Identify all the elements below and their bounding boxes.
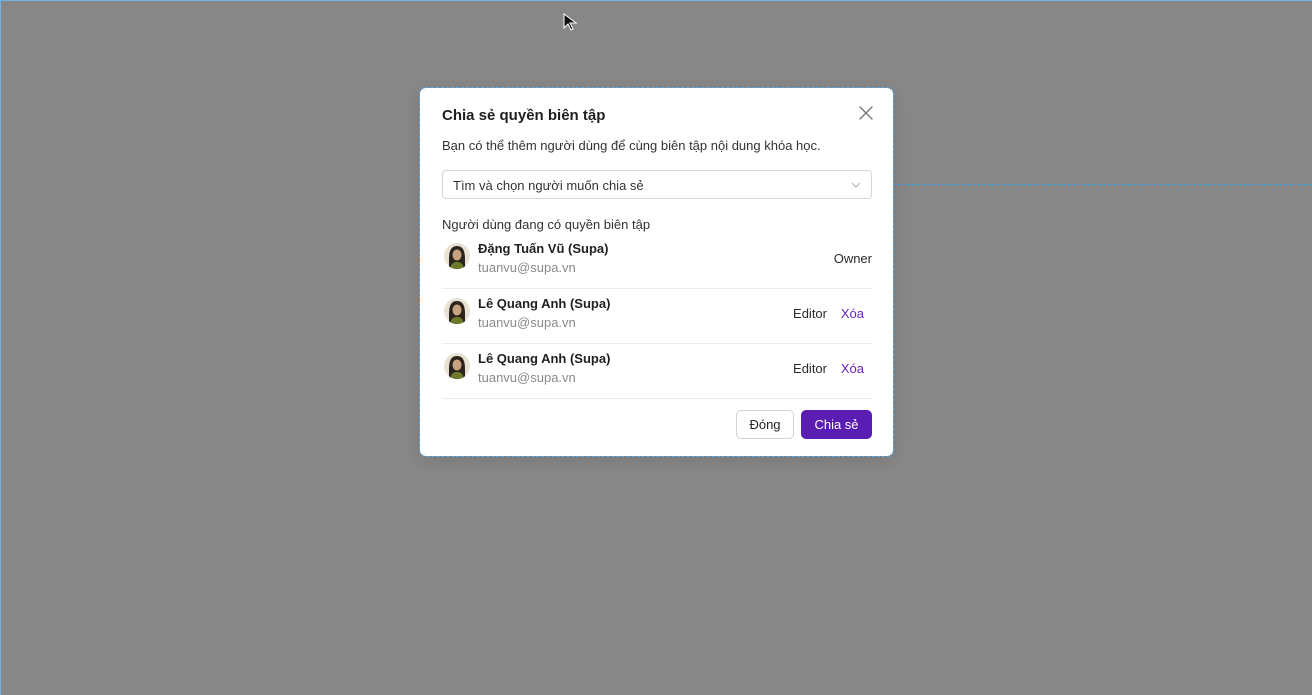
user-row-owner: Đặng Tuấn Vũ (Supa) tuanvu@supa.vn Owner <box>442 235 872 289</box>
user-row-editor: Lê Quang Anh (Supa) tuanvu@supa.vn Edito… <box>442 290 872 344</box>
connector-line <box>872 184 1312 185</box>
user-email: tuanvu@supa.vn <box>478 260 576 275</box>
user-search-select[interactable]: Tìm và chọn người muốn chia sẻ <box>442 170 872 199</box>
user-email: tuanvu@supa.vn <box>478 370 576 385</box>
share-button[interactable]: Chia sẻ <box>801 410 872 439</box>
dialog-title: Chia sẻ quyền biên tập <box>442 107 606 124</box>
close-button[interactable]: Đóng <box>736 410 794 439</box>
user-role-dropdown[interactable]: Editor <box>793 306 827 321</box>
user-row-editor: Lê Quang Anh (Supa) tuanvu@supa.vn Edito… <box>442 345 872 399</box>
remove-user-link[interactable]: Xóa <box>841 361 864 376</box>
editors-section-label: Người dùng đang có quyền biên tập <box>442 217 651 232</box>
dialog-description: Bạn có thể thêm người dùng để cùng biên … <box>442 138 821 153</box>
user-search-placeholder: Tìm và chọn người muốn chia sẻ <box>453 178 644 193</box>
user-avatar <box>444 243 470 269</box>
remove-user-link[interactable]: Xóa <box>841 306 864 321</box>
share-edit-dialog: Chia sẻ quyền biên tập Bạn có thể thêm n… <box>419 87 894 457</box>
user-avatar <box>444 298 470 324</box>
user-role-dropdown[interactable]: Editor <box>793 361 827 376</box>
user-name: Lê Quang Anh (Supa) <box>478 296 611 311</box>
user-role: Owner <box>833 251 872 266</box>
user-email: tuanvu@supa.vn <box>478 315 576 330</box>
user-name: Đặng Tuấn Vũ (Supa) <box>478 241 609 256</box>
close-icon[interactable] <box>857 104 875 122</box>
cursor-pointer-icon <box>563 13 578 31</box>
chevron-down-icon <box>851 182 861 188</box>
user-avatar <box>444 353 470 379</box>
user-name: Lê Quang Anh (Supa) <box>478 351 611 366</box>
